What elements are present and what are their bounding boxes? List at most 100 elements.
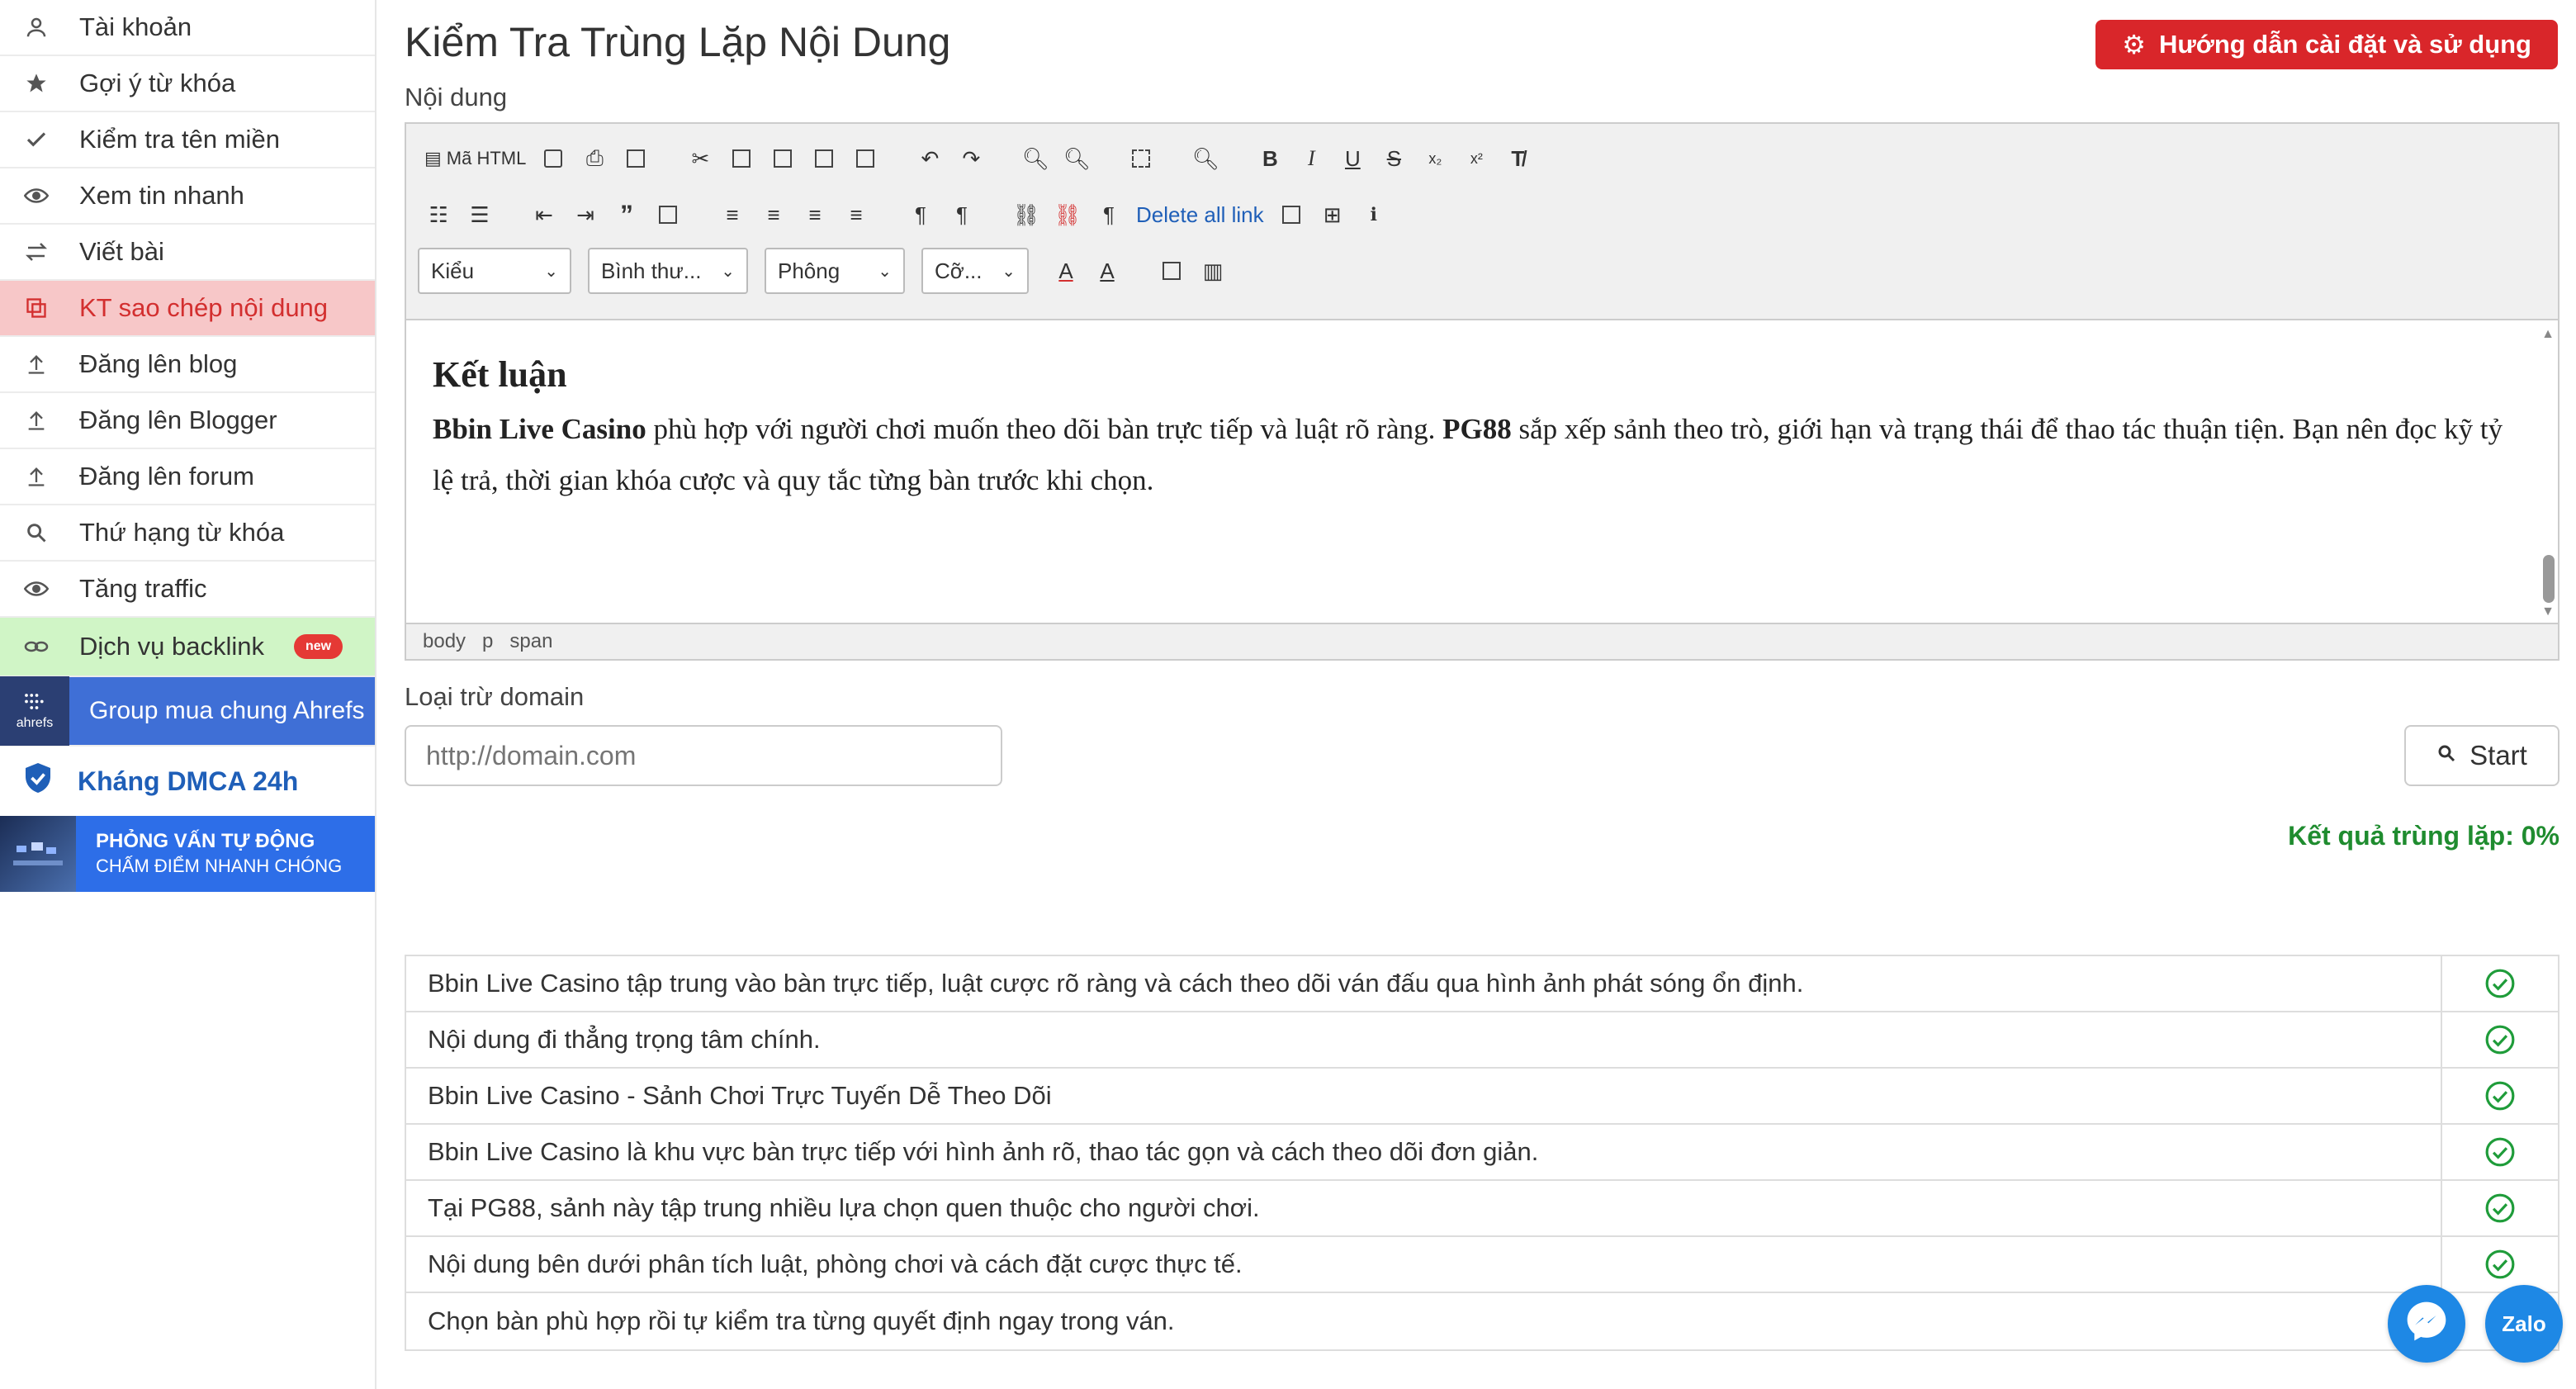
- print-icon[interactable]: ⎙: [574, 137, 615, 180]
- show-blocks-icon[interactable]: ▥: [1192, 249, 1234, 292]
- path-body[interactable]: body: [423, 630, 466, 653]
- sidebar-item-label: Đăng lên blog: [79, 349, 238, 378]
- align-center-icon[interactable]: ≡: [753, 193, 794, 236]
- chevron-down-icon: ⌄: [1002, 262, 1016, 281]
- table-row: Bbin Live Casino tập trung vào bàn trực …: [406, 956, 2558, 1012]
- path-span[interactable]: span: [509, 630, 552, 653]
- sidebar-item-label: Đăng lên Blogger: [79, 405, 277, 434]
- anchor-icon[interactable]: ¶: [1088, 193, 1129, 236]
- style-select[interactable]: Kiểu ⌄: [418, 248, 571, 294]
- sidebar-item-backlink[interactable]: Dịch vụ backlink new: [0, 618, 375, 677]
- interview-banner[interactable]: PHỎNG VẤN TỰ ĐỘNG CHẤM ĐIỂM NHANH CHÓNG: [0, 816, 375, 892]
- table-row: Chọn bàn phù hợp rồi tự kiểm tra từng qu…: [406, 1293, 2558, 1349]
- result-text: Nội dung bên dưới phân tích luật, phòng …: [406, 1237, 2442, 1292]
- sidebar-item-post-blog[interactable]: Đăng lên blog: [0, 337, 375, 393]
- interview-line-1: PHỎNG VẤN TỰ ĐỘNG: [96, 830, 315, 852]
- replace-icon[interactable]: 🔍︎: [1056, 137, 1097, 180]
- info-icon[interactable]: ℹ: [1353, 193, 1395, 236]
- find-icon[interactable]: 🔍︎: [1015, 137, 1056, 180]
- format-select[interactable]: Bình thư... ⌄: [588, 248, 748, 294]
- font-select[interactable]: Phông ⌄: [765, 248, 905, 294]
- zalo-button[interactable]: Zalo: [2485, 1285, 2563, 1363]
- content-label: Nội dung: [405, 83, 508, 111]
- check-icon: [20, 123, 53, 156]
- link-icon[interactable]: ⛓: [1006, 193, 1047, 236]
- underline-button[interactable]: U: [1332, 137, 1373, 180]
- ahrefs-group-banner[interactable]: ahrefs Group mua chung Ahrefs: [0, 676, 375, 747]
- strikethrough-button[interactable]: S: [1373, 137, 1414, 180]
- editor-bold-2: PG88: [1442, 413, 1512, 445]
- sidebar-item-keyword-rank[interactable]: Thứ hạng từ khóa: [0, 505, 375, 562]
- indent-icon[interactable]: ⇥: [565, 193, 606, 236]
- sidebar-item-copy-check[interactable]: KT sao chép nội dung: [0, 281, 375, 337]
- maximize-icon[interactable]: [1151, 249, 1192, 292]
- editor-toolbar: ▤ Mã HTML ⎙ ✂ ↶ ↷ 🔍︎ 🔍︎ 🔍︎ B I U S x₂ x²…: [406, 124, 2558, 311]
- interview-line-2: CHẤM ĐIỂM NHANH CHÓNG: [96, 856, 343, 876]
- redo-icon[interactable]: ↷: [950, 137, 992, 180]
- paste-word-icon[interactable]: [845, 137, 886, 180]
- chevron-down-icon: ⌄: [544, 262, 558, 281]
- unlink-icon[interactable]: ⛓: [1047, 193, 1088, 236]
- div-container-icon[interactable]: [647, 193, 689, 236]
- dmca-link[interactable]: Kháng DMCA 24h: [0, 747, 375, 816]
- exclude-domain-input[interactable]: [405, 725, 1002, 786]
- editor-scrollbar[interactable]: ▲ ▼: [2541, 327, 2555, 619]
- remove-format-icon[interactable]: T̸: [1497, 137, 1538, 180]
- template-icon[interactable]: [615, 137, 656, 180]
- start-button[interactable]: Start: [2404, 725, 2559, 786]
- table-icon[interactable]: ⊞: [1312, 193, 1353, 236]
- sidebar-item-account[interactable]: Tài khoản: [0, 0, 375, 56]
- italic-button[interactable]: I: [1290, 137, 1332, 180]
- bold-button[interactable]: B: [1249, 137, 1290, 180]
- dmca-label: Kháng DMCA 24h: [78, 766, 299, 796]
- guide-button-label: Hướng dẫn cài đặt và sử dụng: [2158, 30, 2531, 59]
- image-icon[interactable]: [1271, 193, 1312, 236]
- cut-icon[interactable]: ✂: [680, 137, 721, 180]
- sidebar-item-label: Viết bài: [79, 237, 164, 266]
- undo-icon[interactable]: ↶: [909, 137, 950, 180]
- sidebar-item-quick-news[interactable]: Xem tin nhanh: [0, 168, 375, 225]
- guide-button[interactable]: ⚙ Hướng dẫn cài đặt và sử dụng: [2095, 20, 2558, 69]
- editor-bold-1: Bbin Live Casino: [433, 413, 646, 445]
- sidebar-item-post-forum[interactable]: Đăng lên forum: [0, 449, 375, 505]
- bg-color-icon[interactable]: A: [1087, 249, 1128, 292]
- paste-icon[interactable]: [762, 137, 803, 180]
- page-title: Kiểm Tra Trùng Lặp Nội Dung: [405, 19, 951, 65]
- source-html-button[interactable]: ▤ Mã HTML: [418, 137, 533, 180]
- sidebar-item-write[interactable]: Viết bài: [0, 225, 375, 281]
- editor-content[interactable]: Kết luận Bbin Live Casino phù hợp với ng…: [406, 319, 2558, 624]
- spellcheck-icon[interactable]: 🔍︎: [1185, 137, 1226, 180]
- sidebar-item-traffic[interactable]: Tăng traffic: [0, 562, 375, 618]
- ltr-icon[interactable]: ¶: [900, 193, 941, 236]
- align-right-icon[interactable]: ≡: [794, 193, 836, 236]
- align-justify-icon[interactable]: ≡: [836, 193, 877, 236]
- search-icon: [20, 516, 53, 549]
- superscript-button[interactable]: x²: [1456, 137, 1497, 180]
- paste-text-icon[interactable]: [803, 137, 845, 180]
- copy-icon[interactable]: [721, 137, 762, 180]
- sidebar-item-domain-check[interactable]: Kiểm tra tên miền: [0, 112, 375, 168]
- blockquote-icon[interactable]: ”: [606, 193, 647, 236]
- preview-icon[interactable]: [533, 137, 574, 180]
- messenger-button[interactable]: [2388, 1285, 2465, 1363]
- select-all-icon[interactable]: [1120, 137, 1162, 180]
- path-p[interactable]: p: [482, 630, 493, 653]
- size-select[interactable]: Cỡ... ⌄: [921, 248, 1029, 294]
- delete-all-link-button[interactable]: Delete all link: [1129, 202, 1271, 228]
- scroll-up-icon[interactable]: ▲: [2541, 327, 2555, 342]
- align-left-icon[interactable]: ≡: [712, 193, 753, 236]
- subscript-button[interactable]: x₂: [1414, 137, 1456, 180]
- messenger-icon: [2403, 1298, 2450, 1350]
- bullet-list-icon[interactable]: ☰: [459, 193, 500, 236]
- rtl-icon[interactable]: ¶: [941, 193, 983, 236]
- sidebar-item-post-blogger[interactable]: Đăng lên Blogger: [0, 393, 375, 449]
- sidebar-item-keyword-suggest[interactable]: Gợi ý từ khóa: [0, 56, 375, 112]
- numbered-list-icon[interactable]: ☷: [418, 193, 459, 236]
- text-color-icon[interactable]: A: [1045, 249, 1087, 292]
- chevron-down-icon: ⌄: [721, 262, 735, 281]
- scroll-thumb[interactable]: [2543, 555, 2555, 603]
- results-table: Bbin Live Casino tập trung vào bàn trực …: [405, 955, 2559, 1351]
- scroll-down-icon[interactable]: ▼: [2541, 604, 2555, 619]
- outdent-icon[interactable]: ⇤: [523, 193, 565, 236]
- shield-icon: [23, 761, 53, 801]
